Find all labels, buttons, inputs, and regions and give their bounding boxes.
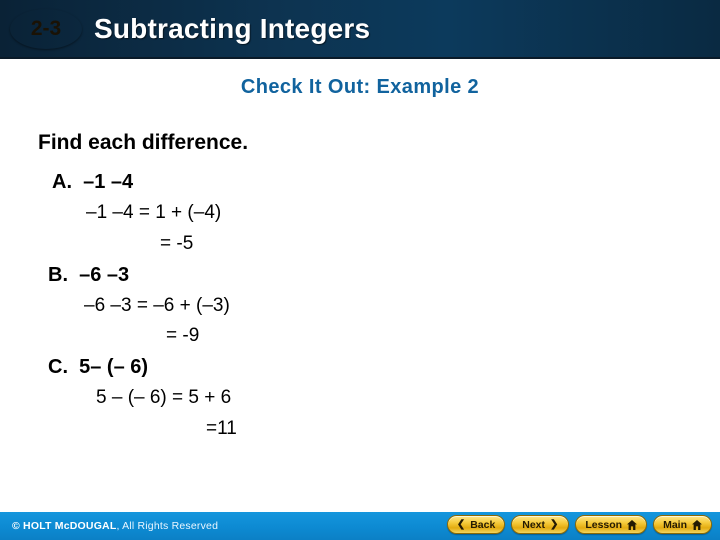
main-button[interactable]: Main — [653, 515, 712, 534]
problem-c-label: C. 5– (– 6) — [48, 356, 149, 379]
home-icon — [692, 519, 702, 530]
page-title: Subtracting Integers — [94, 12, 371, 44]
back-button[interactable]: ❮ Back — [446, 515, 506, 534]
copyright-rights: , All Rights Reserved — [116, 520, 219, 532]
problem-a-label: A. –1 –4 — [52, 171, 134, 193]
problem-b-step-1: –6 –3 = –6 + (–3) — [84, 294, 230, 316]
problem-c-step-1: 5 – (– 6) = 5 + 6 — [96, 387, 232, 409]
problem-a-step-2: = -5 — [160, 232, 194, 254]
home-icon — [627, 519, 638, 530]
lesson-number-badge: 2-3 — [10, 9, 82, 49]
slide-header: 2-3 Subtracting Integers — [0, 0, 720, 59]
main-button-label: Main — [663, 518, 687, 531]
back-button-label: Back — [470, 518, 496, 531]
lesson-button-label: Lesson — [585, 518, 623, 531]
problem-b-step-2: = -9 — [166, 325, 200, 347]
problem-part-b: B. –6 –3 –6 –3 = –6 + (–3) = -9 — [0, 260, 720, 353]
next-button[interactable]: Next ❯ — [511, 515, 570, 534]
lesson-number-text: 2-3 — [30, 17, 62, 40]
problem-c-step-2: =11 — [206, 417, 237, 439]
problem-part-c: C. 5– (– 6) 5 – (– 6) = 5 + 6 =11 — [0, 352, 720, 445]
chevron-right-icon: ❯ — [550, 518, 559, 530]
instruction-text: Find each difference. — [38, 131, 249, 154]
navigation-buttons: ❮ Back Next ❯ Lesson Main — [446, 515, 712, 534]
next-button-label: Next — [522, 518, 545, 531]
chevron-left-icon: ❮ — [456, 518, 466, 530]
problem-b-label: B. –6 –3 — [48, 263, 130, 286]
lesson-button[interactable]: Lesson — [575, 515, 648, 534]
problem-a-step-1: –1 –4 = 1 + (–4) — [86, 202, 222, 223]
copyright-notice: © HOLT McDOUGAL, All Rights Reserved — [12, 520, 218, 532]
copyright-brand: © HOLT McDOUGAL — [12, 520, 117, 532]
slide-footer: © HOLT McDOUGAL, All Rights Reserved ❮ B… — [0, 512, 720, 540]
example-subtitle: Check It Out: Example 2 — [240, 76, 480, 98]
problem-part-a: A. –1 –4 –1 –4 = 1 + (–4) = -5 — [0, 167, 720, 260]
slide-body: Find each difference. A. –1 –4 –1 –4 = 1… — [0, 132, 720, 445]
